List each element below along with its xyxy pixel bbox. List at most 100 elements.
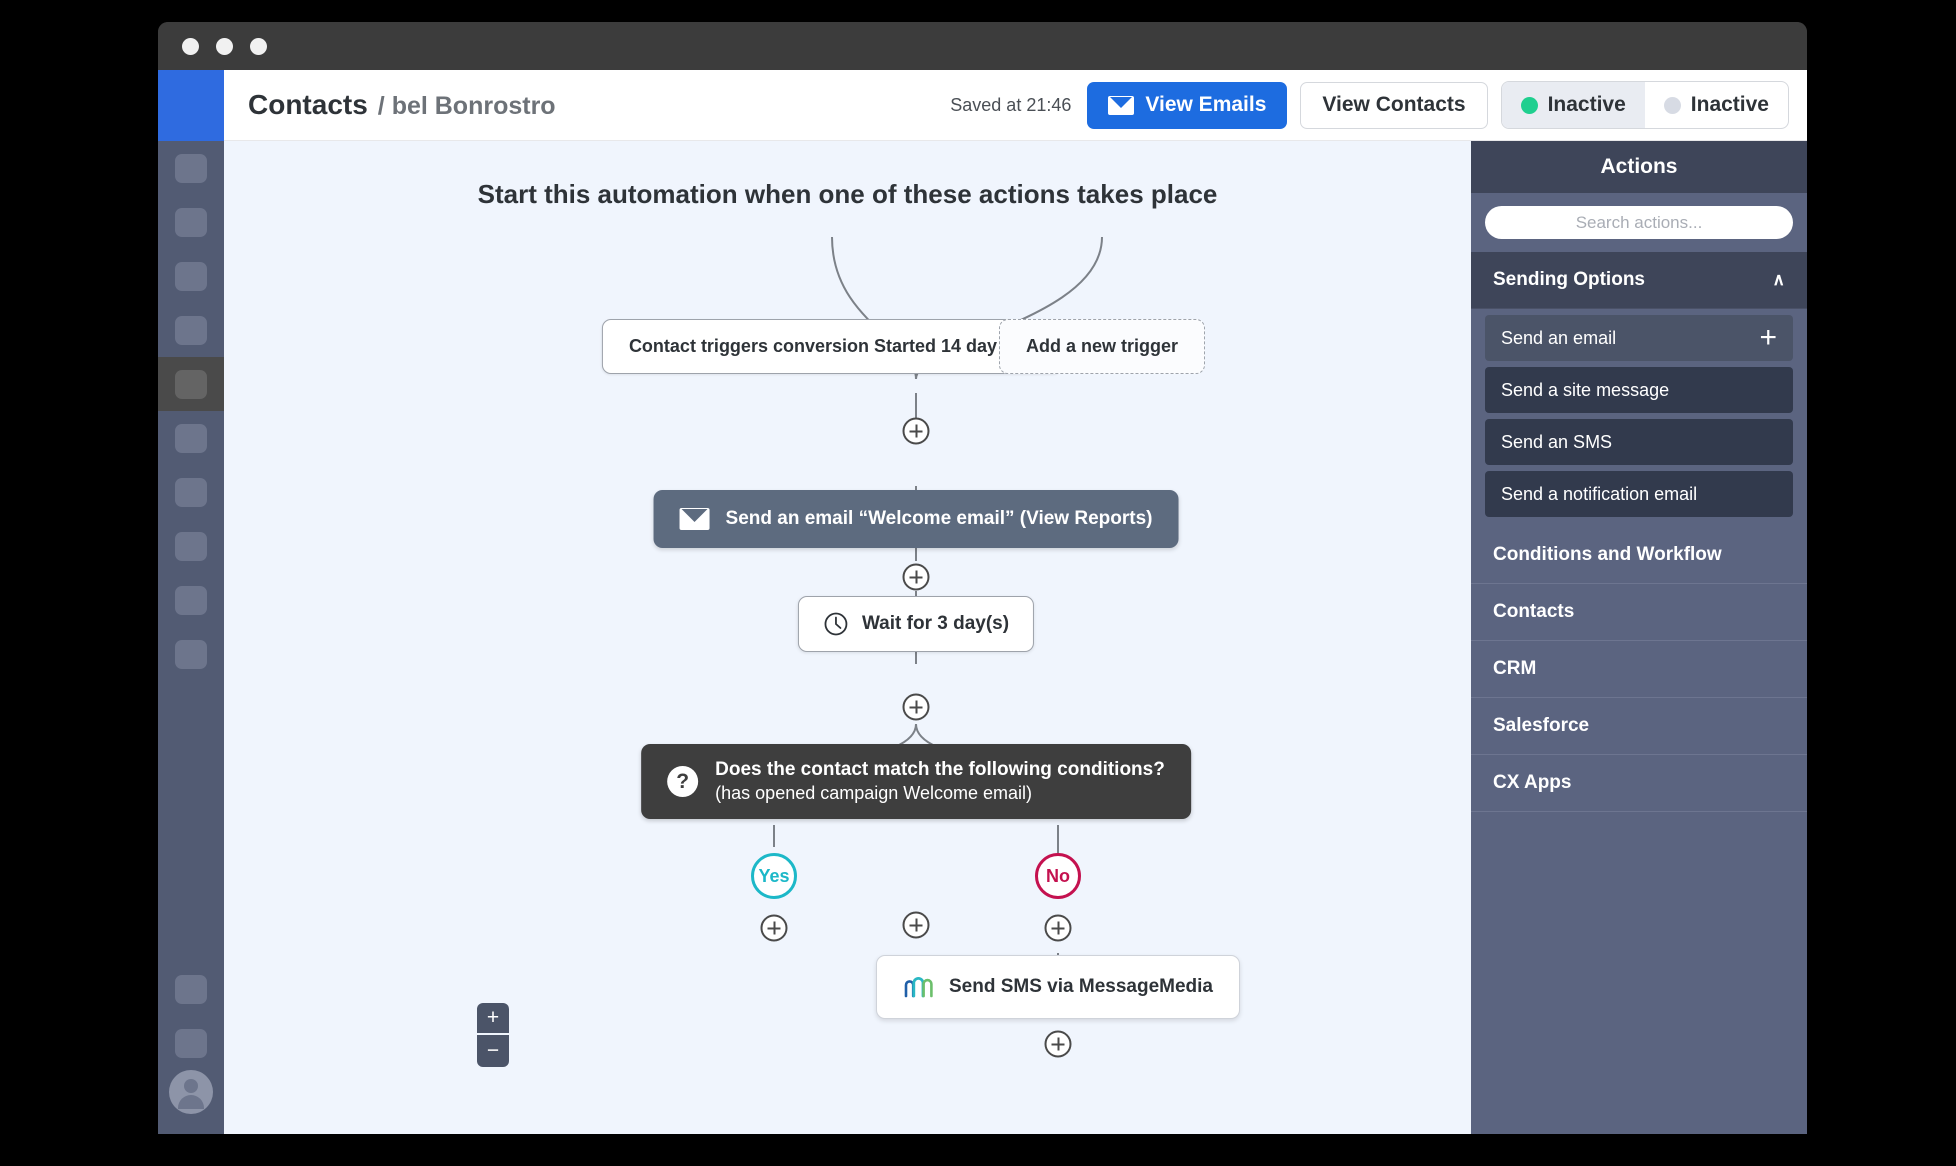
action-item-send-a-site-message[interactable]: Send a site message — [1485, 367, 1793, 413]
app-logo-icon[interactable] — [158, 70, 224, 141]
branch-no-node[interactable]: No — [1035, 853, 1081, 899]
add-new-trigger-node[interactable]: Add a new trigger — [999, 319, 1205, 374]
envelope-icon — [1108, 96, 1134, 115]
left-navigation-rail — [158, 70, 224, 1134]
group-header-crm[interactable]: CRM — [1471, 641, 1807, 698]
zoom-out-button[interactable]: − — [477, 1035, 509, 1067]
saved-status: Saved at 21:46 — [950, 95, 1071, 116]
content-row: Start this automation when one of these … — [224, 141, 1807, 1134]
avatar[interactable] — [169, 1070, 213, 1114]
send-email-node[interactable]: Send an email “Welcome email” (View Repo… — [654, 490, 1179, 548]
rail-item-icon — [175, 316, 207, 345]
breadcrumb: Contacts / bel Bonrostro — [248, 89, 556, 121]
chevron-up-icon: ∧ — [1773, 270, 1785, 290]
messagemedia-logo-icon — [903, 972, 933, 1002]
rail-item-icon — [175, 1029, 207, 1058]
add-step-plus-no[interactable] — [1045, 915, 1072, 942]
action-item-label: Send a site message — [1501, 380, 1669, 401]
search-input[interactable] — [1485, 206, 1793, 239]
group-header-contacts[interactable]: Contacts — [1471, 584, 1807, 641]
minimize-icon[interactable] — [216, 38, 233, 55]
action-item-send-a-notification-email[interactable]: Send a notification email — [1485, 471, 1793, 517]
group-label: Conditions and Workflow — [1493, 544, 1722, 566]
app-body: Contacts / bel Bonrostro Saved at 21:46 … — [158, 70, 1807, 1134]
close-icon[interactable] — [182, 38, 199, 55]
rail-item-8[interactable] — [158, 519, 224, 573]
rail-item-icon — [175, 640, 207, 669]
branch-yes-label: Yes — [758, 866, 789, 887]
view-emails-label: View Emails — [1145, 93, 1266, 117]
clock-icon — [823, 611, 849, 637]
status-toggle-active[interactable]: Inactive — [1502, 82, 1645, 128]
rail-item-12[interactable] — [158, 1016, 224, 1070]
action-item-send-an-sms[interactable]: Send an SMS — [1485, 419, 1793, 465]
canvas-zoom-controls: + − — [477, 1003, 509, 1067]
group-label: Salesforce — [1493, 715, 1589, 737]
send-sms-label: Send SMS via MessageMedia — [949, 976, 1213, 998]
page-header: Contacts / bel Bonrostro Saved at 21:46 … — [224, 70, 1807, 141]
rail-item-icon — [175, 586, 207, 615]
wait-label: Wait for 3 day(s) — [862, 613, 1009, 635]
group-label: CX Apps — [1493, 772, 1571, 794]
branch-yes-node[interactable]: Yes — [751, 853, 797, 899]
view-emails-button[interactable]: View Emails — [1087, 82, 1287, 129]
view-contacts-label: View Contacts — [1322, 93, 1465, 117]
group-header-cx-apps[interactable]: CX Apps — [1471, 755, 1807, 812]
search-wrapper — [1471, 193, 1807, 252]
status-toggle-group: Inactive Inactive — [1501, 81, 1789, 129]
zoom-icon[interactable] — [250, 38, 267, 55]
window-titlebar — [158, 22, 1807, 70]
condition-node[interactable]: ? Does the contact match the following c… — [641, 744, 1191, 819]
rail-item-5-active[interactable] — [158, 357, 224, 411]
rail-item-2[interactable] — [158, 195, 224, 249]
wait-node[interactable]: Wait for 3 day(s) — [798, 596, 1034, 652]
group-header-sending-options[interactable]: Sending Options ∧ — [1471, 252, 1807, 309]
condition-question: Does the contact match the following con… — [715, 759, 1165, 781]
app-window: Contacts / bel Bonrostro Saved at 21:46 … — [158, 22, 1807, 1134]
rail-item-10[interactable] — [158, 627, 224, 681]
status-dot-gray — [1664, 97, 1681, 114]
action-item-send-an-email[interactable]: Send an email + — [1485, 315, 1793, 361]
rail-item-icon — [175, 478, 207, 507]
action-item-label: Send a notification email — [1501, 484, 1697, 505]
rail-item-6[interactable] — [158, 411, 224, 465]
rail-item-icon — [175, 262, 207, 291]
rail-item-icon — [175, 370, 207, 399]
send-email-label: Send an email “Welcome email” (View Repo… — [726, 508, 1153, 530]
status-dot-green — [1521, 97, 1538, 114]
action-item-label: Send an email — [1501, 328, 1616, 349]
breadcrumb-current: / bel Bonrostro — [378, 92, 556, 121]
group-header-salesforce[interactable]: Salesforce — [1471, 698, 1807, 755]
rail-item-1[interactable] — [158, 141, 224, 195]
group-items-sending-options: Send an email + Send a site message Send… — [1471, 309, 1807, 527]
send-sms-node[interactable]: Send SMS via MessageMedia — [876, 955, 1240, 1019]
status-toggle-inactive-label: Inactive — [1691, 93, 1769, 117]
branch-no-label: No — [1046, 866, 1070, 887]
rail-item-icon — [175, 208, 207, 237]
plus-icon[interactable]: + — [1759, 323, 1777, 353]
add-step-plus-2[interactable] — [903, 564, 930, 591]
view-contacts-button[interactable]: View Contacts — [1300, 82, 1487, 129]
group-items-padding — [1485, 517, 1793, 527]
breadcrumb-root[interactable]: Contacts — [248, 89, 368, 121]
trigger-label: Contact triggers conversion Started 14 d… — [629, 336, 1035, 357]
rail-item-9[interactable] — [158, 573, 224, 627]
add-step-plus-yes[interactable] — [761, 915, 788, 942]
group-header-conditions-and-workflow[interactable]: Conditions and Workflow — [1471, 527, 1807, 584]
actions-panel: Actions Sending Options ∧ Send an email … — [1471, 141, 1807, 1134]
status-toggle-inactive[interactable]: Inactive — [1645, 82, 1788, 128]
rail-item-3[interactable] — [158, 249, 224, 303]
add-step-plus-middle[interactable] — [903, 912, 930, 939]
trigger-node-conversion[interactable]: Contact triggers conversion Started 14 d… — [602, 319, 1062, 374]
rail-item-7[interactable] — [158, 465, 224, 519]
group-label: Contacts — [1493, 601, 1574, 623]
rail-item-11[interactable] — [158, 962, 224, 1016]
add-step-plus-3[interactable] — [903, 694, 930, 721]
actions-panel-title: Actions — [1471, 141, 1807, 193]
add-step-plus-bottom[interactable] — [1045, 1031, 1072, 1058]
add-step-plus-1[interactable] — [903, 418, 930, 445]
automation-canvas[interactable]: Start this automation when one of these … — [224, 141, 1471, 1134]
rail-item-4[interactable] — [158, 303, 224, 357]
action-item-label: Send an SMS — [1501, 432, 1612, 453]
zoom-in-button[interactable]: + — [477, 1003, 509, 1035]
